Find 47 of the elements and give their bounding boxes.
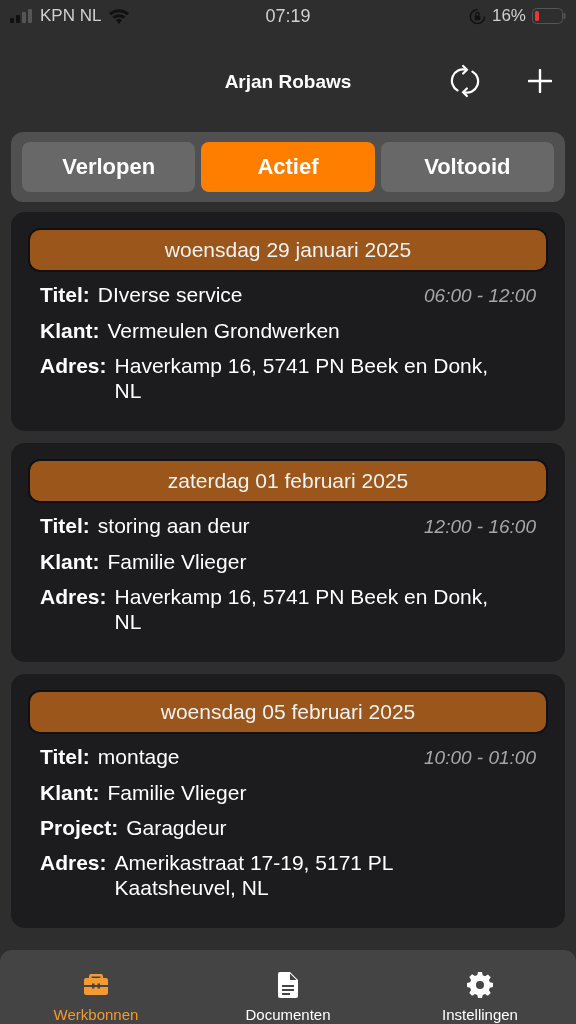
field-label: Klant:	[40, 318, 100, 343]
field-value: Garagdeur	[126, 815, 228, 840]
date-banner: woensdag 29 januari 2025	[30, 230, 546, 270]
field-label: Adres:	[40, 584, 107, 609]
field-value: Amerikastraat 17-19, 5171 PL Kaatsheuvel, NL	[114, 850, 394, 900]
field-value: DIverse service	[97, 282, 244, 307]
field-label: Titel:	[40, 744, 90, 769]
tab-bar-item[interactable]: Documenten	[192, 950, 384, 1024]
screen-title: Arjan Robaws	[224, 71, 352, 93]
field-label: Adres:	[40, 353, 107, 378]
field-label: Titel:	[40, 282, 90, 307]
field-value: Familie Vlieger	[107, 549, 248, 574]
field-value: Haverkamp 16, 5741 PN Beek en Donk, NL	[114, 584, 490, 634]
field-label: Project:	[40, 815, 119, 840]
field-label: Klant:	[40, 780, 100, 805]
job-card[interactable]: woensdag 05 februari 2025 Titel: montage 10:00 - 01:00 Klant: Familie Vlieger Project: Garagdeur Adres: Amerikastraat 17-19, 5171 PL Kaatsheuvel, NL	[11, 674, 565, 928]
add-button[interactable]	[528, 69, 552, 93]
settings-icon	[465, 970, 495, 1000]
segment-tab[interactable]: Voltooid	[380, 142, 554, 192]
signal-icon	[10, 9, 34, 23]
battery-percent: 16%	[491, 6, 526, 26]
field-value: Haverkamp 16, 5741 PN Beek en Donk, NL	[114, 353, 490, 403]
time-range: 06:00 - 12:00	[424, 284, 536, 308]
status-time: 07:19	[265, 5, 311, 27]
field-value: Vermeulen Grondwerken	[107, 318, 341, 343]
wifi-icon	[107, 7, 132, 25]
time-range: 10:00 - 01:00	[424, 746, 536, 770]
battery-icon	[532, 8, 566, 24]
field-label: Klant:	[40, 549, 100, 574]
plus-icon	[528, 69, 552, 93]
field-value: Familie Vlieger	[107, 780, 248, 805]
carrier-name: KPN NL	[40, 6, 102, 26]
refresh-button[interactable]	[450, 64, 480, 98]
job-card[interactable]: zaterdag 01 februari 2025 Titel: storing aan deur 12:00 - 16:00 Klant: Familie Vlieger Adres: Haverkamp 16, 5741 PN Beek en Donk, NL	[11, 443, 565, 662]
orientation-lock-icon	[468, 7, 486, 25]
tab-bar-item[interactable]: Werkbonnen	[0, 950, 192, 1024]
time-range: 12:00 - 16:00	[424, 515, 536, 539]
field-value: montage	[97, 744, 181, 769]
tab-bar-item[interactable]: Instellingen	[384, 950, 576, 1024]
field-label: Adres:	[40, 850, 107, 875]
refresh-icon	[450, 64, 480, 98]
field-label: Titel:	[40, 513, 90, 538]
date-banner: woensdag 05 februari 2025	[30, 692, 546, 732]
date-banner: zaterdag 01 februari 2025	[30, 461, 546, 501]
field-value: storing aan deur	[97, 513, 251, 538]
job-card[interactable]: woensdag 29 januari 2025 Titel: DIverse service 06:00 - 12:00 Klant: Vermeulen Grondwerken Adres: Haverkamp 16, 5741 PN Beek en Donk, NL	[11, 212, 565, 431]
segment-tab[interactable]: Verlopen	[22, 142, 196, 192]
